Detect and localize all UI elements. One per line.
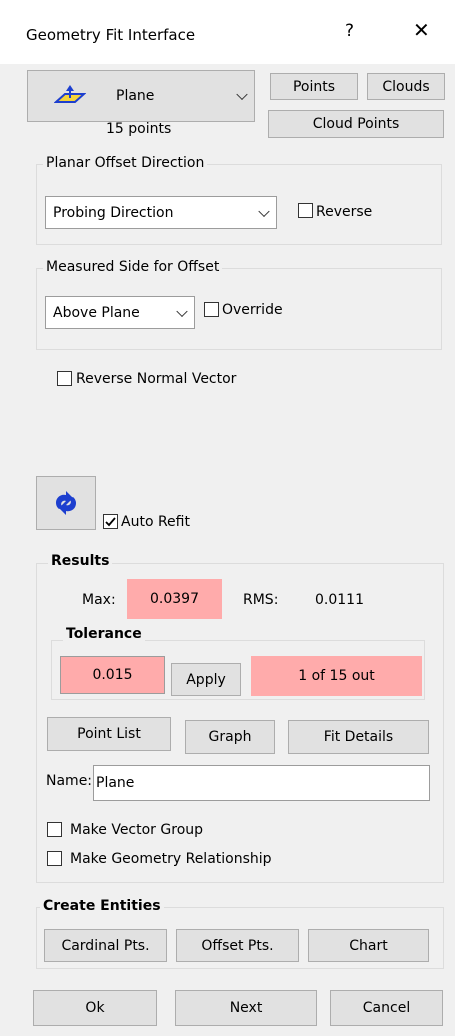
override-label: Override	[222, 302, 283, 318]
tolerance-label: Tolerance	[63, 626, 145, 642]
chevron-down-icon	[176, 305, 188, 317]
make-geometry-relationship-checkbox[interactable]	[47, 851, 62, 866]
chevron-down-icon	[258, 205, 270, 217]
graph-button[interactable]: Graph	[185, 720, 275, 754]
reverse-normal-label: Reverse Normal Vector	[76, 371, 237, 387]
planar-offset-label: Planar Offset Direction	[43, 155, 208, 171]
offset-direction-value: Probing Direction	[53, 204, 174, 221]
chart-button[interactable]: Chart	[308, 929, 429, 962]
clouds-button[interactable]: Clouds	[367, 73, 445, 100]
help-button[interactable]: ?	[345, 21, 354, 41]
tolerance-input[interactable]: 0.015	[60, 656, 165, 694]
out-of-tolerance-status: 1 of 15 out	[251, 656, 422, 696]
refit-button[interactable]	[36, 476, 96, 530]
rms-label: RMS:	[243, 592, 279, 608]
name-input[interactable]: Plane	[93, 765, 430, 801]
create-entities-label: Create Entities	[40, 898, 164, 914]
name-label: Name:	[46, 773, 93, 789]
geometry-type-select[interactable]: Plane	[27, 70, 255, 122]
ok-button[interactable]: Ok	[33, 990, 157, 1026]
reverse-label: Reverse	[316, 204, 373, 220]
geometry-type-label: Plane	[116, 88, 155, 104]
reverse-normal-checkbox[interactable]	[57, 371, 72, 386]
refresh-icon	[55, 491, 77, 515]
max-value: 0.0397	[127, 579, 222, 619]
name-input-value: Plane	[96, 775, 135, 791]
rms-value: 0.0111	[315, 592, 364, 608]
plane-icon	[54, 85, 86, 103]
auto-refit-label: Auto Refit	[121, 514, 190, 530]
reverse-checkbox[interactable]	[298, 203, 313, 218]
make-vector-group-checkbox[interactable]	[47, 822, 62, 837]
results-label: Results	[48, 553, 113, 569]
close-button[interactable]: ✕	[413, 18, 430, 42]
make-geometry-relationship-label: Make Geometry Relationship	[70, 851, 272, 867]
measured-side-select[interactable]: Above Plane	[45, 296, 195, 329]
auto-refit-checkbox[interactable]	[103, 514, 118, 529]
point-count: 15 points	[106, 121, 172, 137]
points-button[interactable]: Points	[270, 73, 358, 100]
max-label: Max:	[82, 592, 116, 608]
next-button[interactable]: Next	[175, 990, 317, 1026]
apply-button[interactable]: Apply	[171, 663, 241, 696]
window-title: Geometry Fit Interface	[26, 26, 196, 44]
cardinal-points-button[interactable]: Cardinal Pts.	[44, 929, 167, 962]
chevron-down-icon	[236, 88, 248, 101]
cancel-button[interactable]: Cancel	[330, 990, 443, 1026]
override-checkbox[interactable]	[204, 302, 219, 317]
checkmark-icon	[105, 517, 116, 527]
fit-details-button[interactable]: Fit Details	[288, 720, 429, 754]
cloud-points-button[interactable]: Cloud Points	[268, 110, 444, 138]
measured-side-value: Above Plane	[53, 304, 140, 321]
offset-direction-select[interactable]: Probing Direction	[45, 196, 277, 229]
point-list-button[interactable]: Point List	[47, 717, 171, 751]
make-vector-group-label: Make Vector Group	[70, 822, 204, 838]
offset-points-button[interactable]: Offset Pts.	[176, 929, 299, 962]
measured-side-label: Measured Side for Offset	[43, 259, 223, 275]
